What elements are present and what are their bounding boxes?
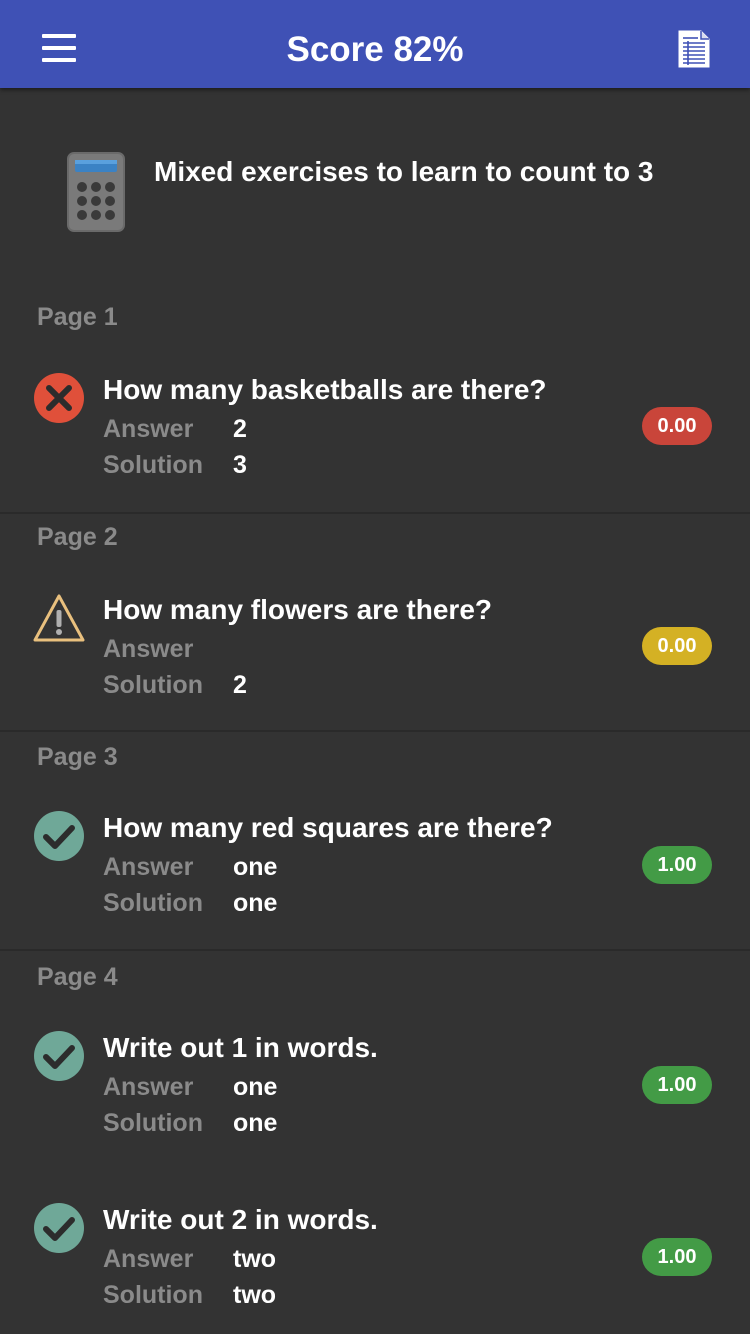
check-circle-icon — [34, 811, 84, 861]
question-text: Write out 2 in words. — [103, 1204, 378, 1235]
question-text: How many flowers are there? — [103, 594, 493, 625]
document-icon[interactable] — [677, 30, 711, 68]
answer-label: Answer — [103, 1073, 194, 1101]
question-item[interactable]: How many basketballs are there? Answer 2… — [0, 372, 750, 492]
score-badge: 0.00 — [642, 407, 712, 445]
question-item[interactable]: How many flowers are there? Answer Solut… — [0, 592, 750, 712]
page-label: Page 4 — [37, 963, 118, 991]
score-badge: 1.00 — [642, 846, 712, 884]
cross-circle-icon — [34, 373, 84, 423]
question-item[interactable]: Write out 2 in words. Answer two Solutio… — [0, 1202, 750, 1322]
question-text: How many red squares are there? — [103, 812, 553, 843]
answer-value: one — [233, 1073, 278, 1101]
score-badge: 0.00 — [642, 627, 712, 665]
solution-value: one — [233, 1109, 278, 1137]
warning-triangle-icon — [33, 594, 85, 642]
solution-value: one — [233, 889, 278, 917]
page-label: Page 2 — [37, 523, 118, 551]
page-label: Page 3 — [37, 743, 118, 771]
answer-label: Answer — [103, 1245, 194, 1273]
solution-label: Solution — [103, 451, 203, 479]
check-circle-icon — [34, 1203, 84, 1253]
answer-label: Answer — [103, 415, 194, 443]
results-content: Mixed exercises to learn to count to 3 P… — [0, 88, 750, 1334]
question-text: How many basketballs are there? — [103, 374, 547, 405]
divider — [0, 512, 750, 514]
page-title: Score 82% — [286, 30, 464, 69]
answer-label: Answer — [103, 635, 194, 663]
answer-label: Answer — [103, 853, 194, 881]
solution-value: two — [233, 1281, 277, 1309]
page-label: Page 1 — [37, 303, 118, 331]
quiz-title: Mixed exercises to learn to count to 3 — [154, 156, 654, 187]
calculator-icon — [67, 152, 125, 232]
answer-value: two — [233, 1245, 277, 1273]
question-item[interactable]: How many red squares are there? Answer o… — [0, 810, 750, 930]
question-item[interactable]: Write out 1 in words. Answer one Solutio… — [0, 1030, 750, 1150]
check-circle-icon — [34, 1031, 84, 1081]
solution-label: Solution — [103, 889, 203, 917]
solution-label: Solution — [103, 671, 203, 699]
answer-value: 2 — [233, 415, 247, 443]
divider — [0, 949, 750, 951]
score-badge: 1.00 — [642, 1238, 712, 1276]
solution-label: Solution — [103, 1109, 203, 1137]
answer-value: one — [233, 853, 278, 881]
score-badge: 1.00 — [642, 1066, 712, 1104]
app-bar: Score 82% — [0, 0, 750, 88]
solution-value: 3 — [233, 451, 247, 479]
solution-label: Solution — [103, 1281, 203, 1309]
solution-value: 2 — [233, 671, 247, 699]
question-text: Write out 1 in words. — [103, 1032, 378, 1063]
divider — [0, 730, 750, 732]
